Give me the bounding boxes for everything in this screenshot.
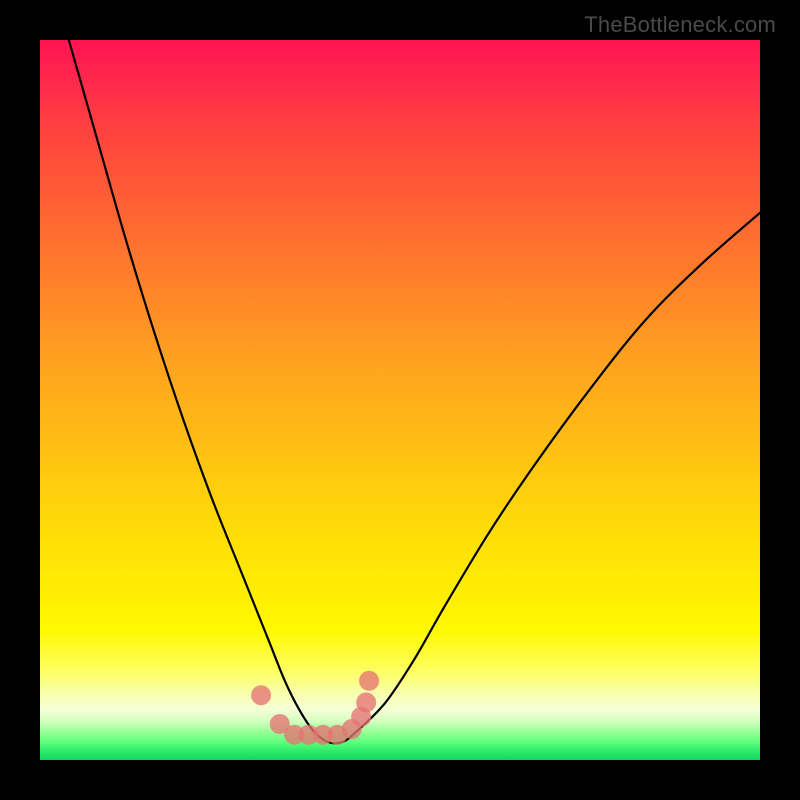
watermark-text: TheBottleneck.com	[584, 12, 776, 38]
chart-frame: TheBottleneck.com	[0, 0, 800, 800]
cluster-point	[251, 685, 271, 705]
plot-area	[40, 40, 760, 760]
cluster-point	[359, 671, 379, 691]
cluster-point	[356, 692, 376, 712]
bottleneck-curve	[69, 40, 760, 743]
curve-layer	[40, 40, 760, 760]
cluster-points	[251, 671, 379, 745]
